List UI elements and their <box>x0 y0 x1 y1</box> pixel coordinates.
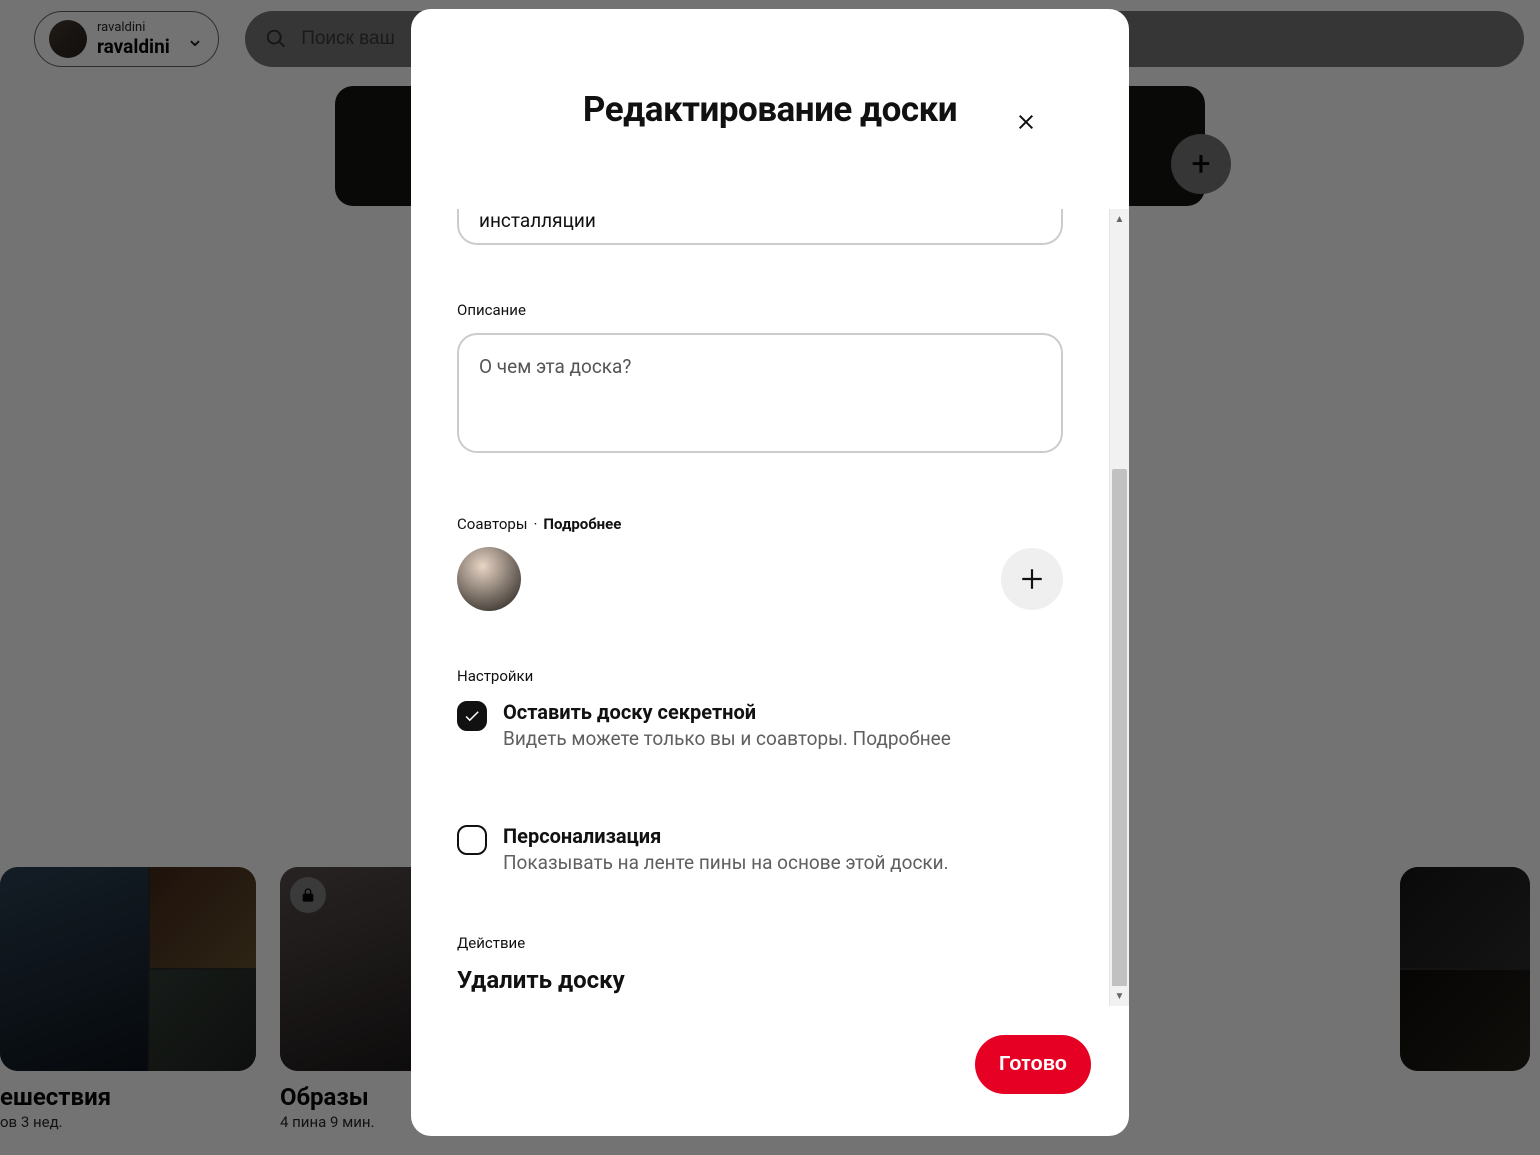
collaborators-more-link[interactable]: Подробнее <box>543 515 621 533</box>
scrollbar[interactable]: ▲ ▼ <box>1109 209 1129 1006</box>
secret-description: Видеть можете только вы и соавторы. Подр… <box>503 726 1063 753</box>
modal-footer: Готово <box>411 1006 1129 1136</box>
description-input[interactable] <box>457 333 1063 453</box>
close-button[interactable] <box>1005 101 1047 143</box>
secret-checkbox[interactable] <box>457 701 487 731</box>
personalization-description: Показывать на ленте пины на основе этой … <box>503 850 1063 877</box>
collaborators-label: Соавторы <box>457 515 528 533</box>
checkmark-icon <box>463 707 481 725</box>
scroll-up-button[interactable]: ▲ <box>1110 209 1129 229</box>
secret-title: Оставить доску секретной <box>503 699 1063 726</box>
done-button[interactable]: Готово <box>975 1035 1091 1094</box>
add-collaborator-button[interactable] <box>1001 548 1063 610</box>
modal-header: Редактирование доски <box>411 9 1129 209</box>
delete-description: Вы можете восстановить удаленную доску в… <box>457 1002 1063 1006</box>
scroll-down-button[interactable]: ▼ <box>1110 986 1129 1006</box>
personalization-title: Персонализация <box>503 823 1063 850</box>
description-label: Описание <box>457 301 1063 319</box>
plus-icon <box>1019 566 1045 592</box>
action-label: Действие <box>457 934 1063 952</box>
edit-board-modal: Редактирование доски инсталляции Описани… <box>411 9 1129 1136</box>
secret-more-link[interactable]: Подробнее <box>853 727 951 750</box>
name-input[interactable]: инсталляции <box>457 209 1063 245</box>
delete-board-button[interactable]: Удалить доску <box>457 966 1063 994</box>
scroll-thumb[interactable] <box>1112 469 1127 994</box>
close-icon <box>1014 110 1038 134</box>
settings-label: Настройки <box>457 667 1063 685</box>
personalization-checkbox[interactable] <box>457 825 487 855</box>
modal-title: Редактирование доски <box>583 89 957 130</box>
collaborator-avatar[interactable] <box>457 547 521 611</box>
modal-body: инсталляции Описание Соавторы · Подробне… <box>411 209 1109 1006</box>
